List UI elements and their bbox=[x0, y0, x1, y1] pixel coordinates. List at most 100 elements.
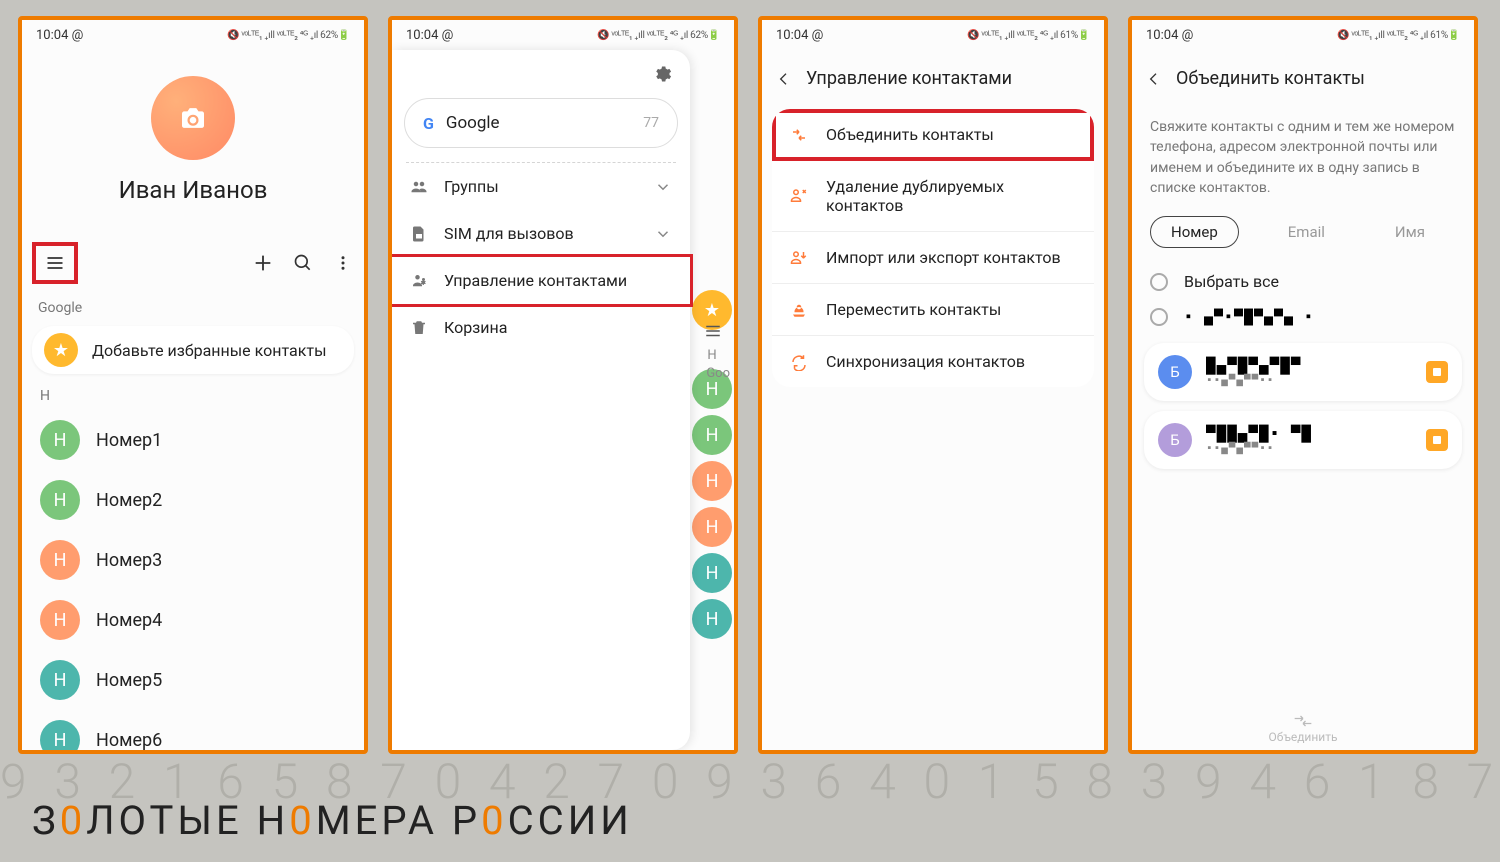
contact-name: Номер3 bbox=[96, 550, 162, 571]
mgmt-item-move[interactable]: Переместить контакты bbox=[772, 284, 1094, 336]
contact-avatar: Н bbox=[40, 420, 80, 460]
merge-candidate-card[interactable]: Б ▀██▄▀█▪ ▀█▪▪▄▀▄▀▀▪▪ bbox=[1144, 411, 1462, 469]
obscured-contact-row[interactable]: ▪ ▄▀▪▀█▀▄▀▄ ▪ bbox=[1132, 301, 1474, 333]
contact-name: Номер6 bbox=[96, 730, 162, 751]
drawer-item-groups[interactable]: Группы bbox=[392, 163, 690, 210]
mgmt-item-label: Переместить контакты bbox=[826, 300, 1001, 319]
account-section-label: Google bbox=[22, 292, 364, 322]
groups-icon bbox=[410, 178, 428, 196]
tab-name[interactable]: Имя bbox=[1374, 216, 1446, 248]
select-all-label: Выбрать все bbox=[1184, 272, 1279, 291]
radio-unchecked-icon[interactable] bbox=[1150, 308, 1168, 326]
page-header: Объединить контакты bbox=[1132, 50, 1474, 109]
chevron-down-icon bbox=[654, 178, 672, 196]
contact-avatar: Н bbox=[40, 480, 80, 520]
segmented-tabs: Номер Email Имя bbox=[1132, 216, 1474, 262]
page-header: Управление контактами bbox=[762, 50, 1104, 109]
profile-header[interactable]: Иван Иванов bbox=[22, 50, 364, 234]
status-time: 10:04 @ bbox=[1146, 28, 1193, 43]
screen-merge-contacts: 10:04 @ 🔇 ᵛᵒᴸᵀᴱ₁ ₊ıll ᵛᵒᴸᵀᴱ₂ ⁴ᴳ ₊ıl 61%🔋… bbox=[1128, 16, 1478, 754]
add-icon[interactable] bbox=[252, 252, 274, 274]
contact-avatar: Н bbox=[40, 600, 80, 640]
mgmt-item-import[interactable]: Импорт или экспорт контактов bbox=[772, 232, 1094, 284]
contact-row[interactable]: Н Номер2 bbox=[22, 470, 364, 530]
sim-icon bbox=[410, 225, 428, 243]
status-bar: 10:04 @ 🔇 ᵛᵒᴸᵀᴱ₁ ₊ıll ᵛᵒᴸᵀᴱ₂ ⁴ᴳ ₊ıl 62%🔋 bbox=[392, 20, 734, 50]
sim-badge-icon bbox=[1426, 429, 1448, 451]
mgmt-item-merge-highlighted[interactable]: Объединить контакты bbox=[772, 109, 1094, 161]
obscured-number: ▪▪▄▀▄▀▀▪▪ bbox=[1206, 443, 1412, 455]
contact-avatar: Н bbox=[40, 540, 80, 580]
status-time: 10:04 @ bbox=[776, 28, 823, 43]
contact-avatar: Н bbox=[40, 660, 80, 700]
account-count: 77 bbox=[643, 115, 659, 131]
tab-number[interactable]: Номер bbox=[1150, 216, 1239, 248]
contact-avatar: Н bbox=[40, 720, 80, 754]
status-bar: 10:04 @ 🔇 ᵛᵒᴸᵀᴱ₁ ₊ıll ᵛᵒᴸᵀᴱ₂ ⁴ᴳ ₊ıl 62%🔋 bbox=[22, 20, 364, 50]
camera-icon bbox=[179, 107, 207, 129]
drawer-item-sim[interactable]: SIM для вызовов bbox=[392, 210, 690, 257]
tab-email[interactable]: Email bbox=[1267, 216, 1346, 248]
background-peek: Goo ★ Н Н Н Н Н Н Н bbox=[690, 50, 734, 750]
merge-icon bbox=[1293, 714, 1313, 728]
contact-row[interactable]: ННомер4 bbox=[22, 590, 364, 650]
contact-avatar: Б bbox=[1158, 423, 1192, 457]
gear-icon[interactable] bbox=[634, 50, 690, 90]
obscured-name: █▄▀█▀▄▀█▀ bbox=[1206, 357, 1412, 375]
screen-contacts-home: 10:04 @ 🔇 ᵛᵒᴸᵀᴱ₁ ₊ıll ᵛᵒᴸᵀᴱ₂ ⁴ᴳ ₊ıl 62%🔋… bbox=[18, 16, 368, 754]
dedupe-icon bbox=[790, 187, 808, 205]
contact-name: Номер2 bbox=[96, 490, 162, 511]
profile-avatar[interactable] bbox=[151, 76, 235, 160]
peek-account-label: Goo bbox=[706, 366, 730, 381]
favorites-hint-text: Добавьте избранные контакты bbox=[92, 341, 327, 360]
page-title: Управление контактами bbox=[806, 68, 1012, 89]
peek-letter: Н bbox=[707, 348, 716, 363]
status-time: 10:04 @ bbox=[406, 28, 453, 43]
import-export-icon bbox=[790, 249, 808, 267]
sim-badge-icon bbox=[1426, 361, 1448, 383]
back-icon[interactable] bbox=[776, 71, 792, 87]
merge-candidate-card[interactable]: Б █▄▀█▀▄▀█▀▪▪▄▀▄▀▀▪▪ bbox=[1144, 343, 1462, 401]
mgmt-item-label: Объединить контакты bbox=[826, 125, 994, 144]
drawer-item-trash[interactable]: Корзина bbox=[392, 304, 690, 351]
hamburger-icon[interactable] bbox=[44, 252, 66, 274]
back-icon[interactable] bbox=[1146, 71, 1162, 87]
obscured-text: ▪ ▄▀▪▀█▀▄▀▄ ▪ bbox=[1184, 309, 1314, 326]
select-all-row[interactable]: Выбрать все bbox=[1132, 262, 1474, 301]
status-bar: 10:04 @ 🔇 ᵛᵒᴸᵀᴱ₁ ₊ıll ᵛᵒᴸᵀᴱ₂ ⁴ᴳ ₊ıl 61%🔋 bbox=[762, 20, 1104, 50]
merge-action-footer[interactable]: Объединить bbox=[1132, 714, 1474, 744]
search-icon[interactable] bbox=[292, 252, 314, 274]
account-selector[interactable]: G Google 77 bbox=[404, 98, 678, 148]
drawer-item-label: Корзина bbox=[444, 318, 507, 337]
contact-avatar: Н bbox=[692, 415, 732, 455]
drawer-item-label: Управление контактами bbox=[444, 271, 627, 290]
screen-drawer: 10:04 @ 🔇 ᵛᵒᴸᵀᴱ₁ ₊ıll ᵛᵒᴸᵀᴱ₂ ⁴ᴳ ₊ıl 62%🔋… bbox=[388, 16, 738, 754]
manage-contacts-icon bbox=[410, 272, 428, 290]
mgmt-item-sync[interactable]: Синхронизация контактов bbox=[772, 336, 1094, 387]
mgmt-item-label: Синхронизация контактов bbox=[826, 352, 1025, 371]
contact-row[interactable]: Н Номер3 bbox=[22, 530, 364, 590]
contact-row[interactable]: ННомер5 bbox=[22, 650, 364, 710]
contact-avatar: Н bbox=[692, 599, 732, 639]
google-icon: G bbox=[423, 114, 434, 133]
contacts-list[interactable]: ННомер1ННомер2ННомер3ННомер4ННомер5ННоме… bbox=[22, 410, 364, 754]
drawer-item-label: SIM для вызовов bbox=[444, 224, 574, 243]
drawer-item-manage-highlighted[interactable]: Управление контактами bbox=[389, 254, 693, 307]
profile-name: Иван Иванов bbox=[119, 176, 268, 204]
contact-row[interactable]: Н Номер6 bbox=[22, 710, 364, 754]
contact-avatar: Н bbox=[692, 507, 732, 547]
contact-row[interactable]: Н Номер1 bbox=[22, 410, 364, 470]
status-time: 10:04 @ bbox=[36, 28, 83, 43]
mgmt-item-label: Импорт или экспорт контактов bbox=[826, 248, 1061, 267]
sync-icon bbox=[790, 353, 808, 371]
mgmt-item-dedupe[interactable]: Удаление дублируемых контактов bbox=[772, 161, 1094, 232]
status-indicators: 🔇 ᵛᵒᴸᵀᴱ₁ ₊ıll ᵛᵒᴸᵀᴱ₂ ⁴ᴳ ₊ıl 61%🔋 bbox=[1337, 30, 1460, 41]
obscured-number: ▪▪▄▀▄▀▀▪▪ bbox=[1206, 375, 1412, 387]
contact-avatar: Н bbox=[692, 461, 732, 501]
chevron-down-icon bbox=[654, 225, 672, 243]
contact-name: Номер1 bbox=[96, 430, 162, 451]
radio-unchecked-icon[interactable] bbox=[1150, 273, 1168, 291]
favorites-hint-row[interactable]: ★ Добавьте избранные контакты bbox=[32, 326, 354, 374]
more-icon[interactable] bbox=[332, 252, 354, 274]
star-icon: ★ bbox=[44, 333, 78, 367]
